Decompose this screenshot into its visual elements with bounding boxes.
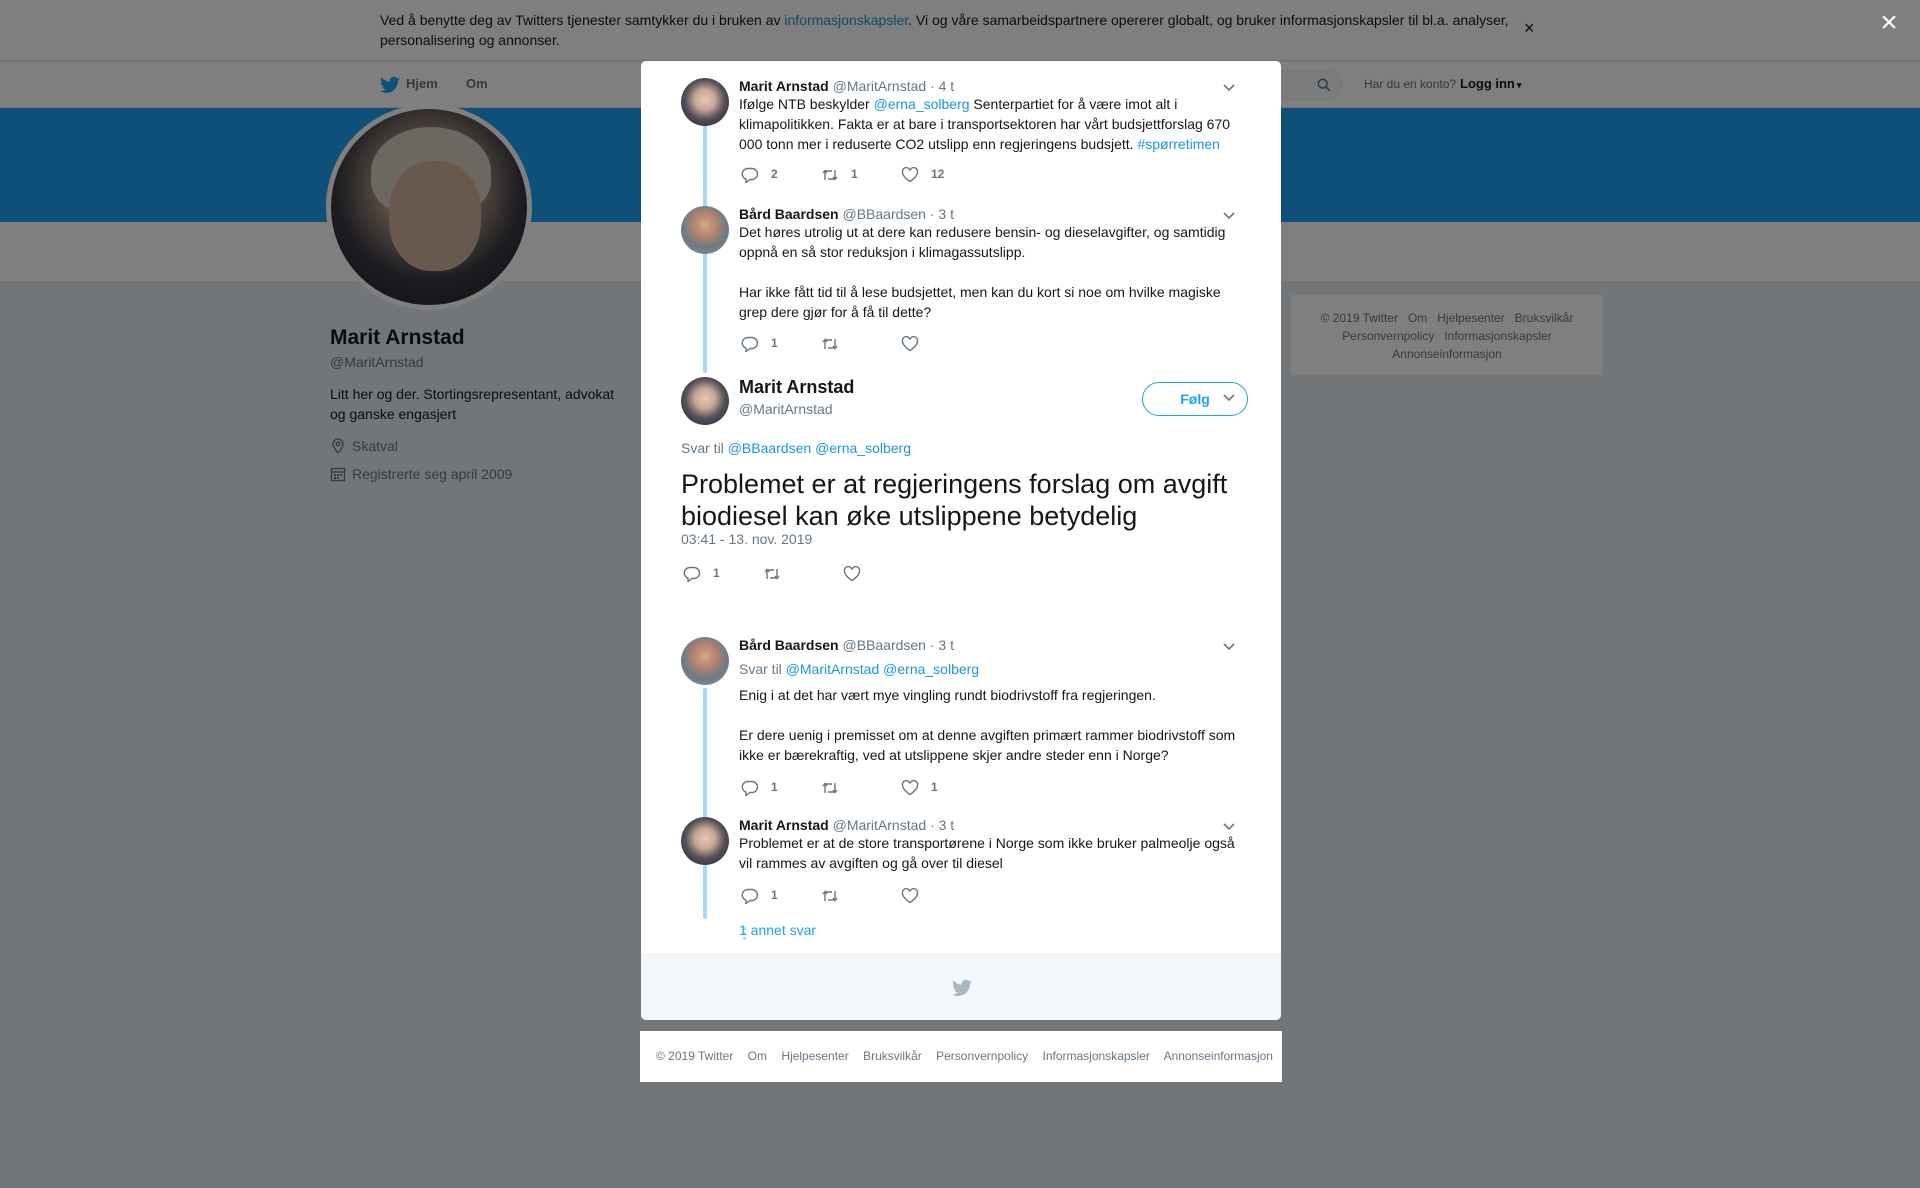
tweet-header: Marit Arnstad @MaritArnstad · 3 t	[739, 817, 954, 833]
chevron-down-icon[interactable]	[1223, 643, 1235, 651]
retweet-icon	[822, 338, 838, 350]
footer-link[interactable]: Hjelpesenter	[781, 1049, 848, 1063]
tweet-actions: 1 1	[741, 778, 1041, 798]
reply-icon	[741, 888, 759, 904]
footer-copyright: © 2019 Twitter	[656, 1049, 734, 1063]
tweet-header: Marit Arnstad @MaritArnstad · 4 t	[739, 78, 954, 94]
footer-link[interactable]: Om	[748, 1049, 767, 1063]
close-icon[interactable]: ×	[1874, 8, 1904, 38]
mention-link[interactable]: @erna_solberg	[874, 96, 970, 112]
chevron-down-icon[interactable]	[1223, 394, 1235, 402]
tweet-time[interactable]: · 4 t	[930, 78, 954, 94]
footer-link[interactable]: Informasjonskapsler	[1043, 1049, 1150, 1063]
tweet-actions: 1	[683, 564, 983, 584]
modal-footer: © 2019 Twitter Om Hjelpesenter Bruksvilk…	[640, 1031, 1282, 1082]
retweet-icon	[822, 890, 838, 902]
author-name[interactable]: Marit Arnstad	[739, 377, 854, 398]
tweet-actions: 1	[741, 334, 1041, 354]
reply-icon	[683, 566, 701, 582]
avatar[interactable]	[681, 637, 729, 685]
author-handle[interactable]: @MaritArnstad	[739, 401, 833, 417]
reply-icon	[741, 336, 759, 352]
more-replies-link[interactable]: 1 annet svar	[739, 922, 816, 938]
tweet-text: Enig i at det har vært mye vingling rund…	[739, 687, 1236, 763]
heart-icon	[843, 566, 861, 582]
tweet-text: Ifølge NTB beskylder @erna_solberg Sente…	[739, 96, 1234, 152]
retweet-icon	[822, 169, 838, 181]
mention-link[interactable]: @erna_solberg	[883, 661, 979, 677]
heart-icon	[901, 336, 919, 352]
tweet-modal: Marit Arnstad @MaritArnstad · 4 t Ifølge…	[641, 61, 1281, 1020]
author-handle[interactable]: @BBaardsen	[842, 637, 925, 653]
author-name[interactable]: Marit Arnstad	[739, 817, 829, 833]
twitter-bird-icon	[952, 979, 972, 996]
author-handle[interactable]: @BBaardsen	[842, 206, 925, 222]
tweet-time[interactable]: · 3 t	[930, 637, 954, 653]
retweet-icon	[764, 568, 780, 580]
author-name[interactable]: Bård Baardsen	[739, 637, 839, 653]
author-name[interactable]: Marit Arnstad	[739, 78, 829, 94]
tweet-header: Bård Baardsen @BBaardsen · 3 t	[739, 206, 954, 222]
tweet-actions: 2 1 12	[741, 165, 1041, 185]
tweet-text: Problemet er at de store transportørene …	[739, 835, 1239, 871]
heart-icon	[901, 167, 919, 183]
mention-link[interactable]: @MaritArnstad	[786, 661, 880, 677]
avatar[interactable]	[681, 206, 729, 254]
thread-line	[703, 257, 707, 373]
tweet-actions: 1	[741, 886, 1041, 906]
footer-link[interactable]: Annonseinformasjon	[1164, 1049, 1273, 1063]
footer-link[interactable]: Bruksvilkår	[863, 1049, 922, 1063]
reply-icon	[741, 167, 759, 183]
modal-bottom-bar	[641, 954, 1281, 1020]
mention-link[interactable]: @erna_solberg	[815, 440, 911, 456]
tweet-time[interactable]: · 3 t	[930, 817, 954, 833]
tweet-text: Det høres utrolig ut at dere kan reduser…	[739, 224, 1226, 320]
tweet-time[interactable]: · 3 t	[930, 206, 954, 222]
hashtag-link[interactable]: #spørretimen	[1137, 136, 1219, 152]
retweet-icon	[822, 782, 838, 794]
reply-icon	[741, 780, 759, 796]
reply-to: Svar til @BBaardsen @erna_solberg	[681, 440, 911, 456]
avatar[interactable]	[681, 78, 729, 126]
avatar[interactable]	[681, 817, 729, 865]
thread-line	[703, 865, 707, 919]
author-name[interactable]: Bård Baardsen	[739, 206, 839, 222]
tweet-timestamp[interactable]: 03:41 - 13. nov. 2019	[681, 531, 812, 547]
main-tweet: Marit Arnstad @MaritArnstad Følg Svar ti…	[681, 377, 1248, 667]
author-handle[interactable]: @MaritArnstad	[833, 817, 927, 833]
author-handle[interactable]: @MaritArnstad	[833, 78, 927, 94]
avatar[interactable]	[681, 377, 729, 425]
main-tweet-text: Problemet er at regjeringens forslag om …	[681, 469, 1228, 531]
chevron-down-icon[interactable]	[1223, 212, 1235, 220]
heart-icon	[901, 780, 919, 796]
heart-icon	[901, 888, 919, 904]
tweet-header: Bård Baardsen @BBaardsen · 3 t	[739, 637, 954, 653]
chevron-down-icon[interactable]	[1223, 84, 1235, 92]
footer-link[interactable]: Personvernpolicy	[936, 1049, 1028, 1063]
mention-link[interactable]: @BBaardsen	[728, 440, 811, 456]
reply-to: Svar til @MaritArnstad @erna_solberg	[739, 661, 980, 677]
chevron-down-icon[interactable]	[1223, 823, 1235, 831]
